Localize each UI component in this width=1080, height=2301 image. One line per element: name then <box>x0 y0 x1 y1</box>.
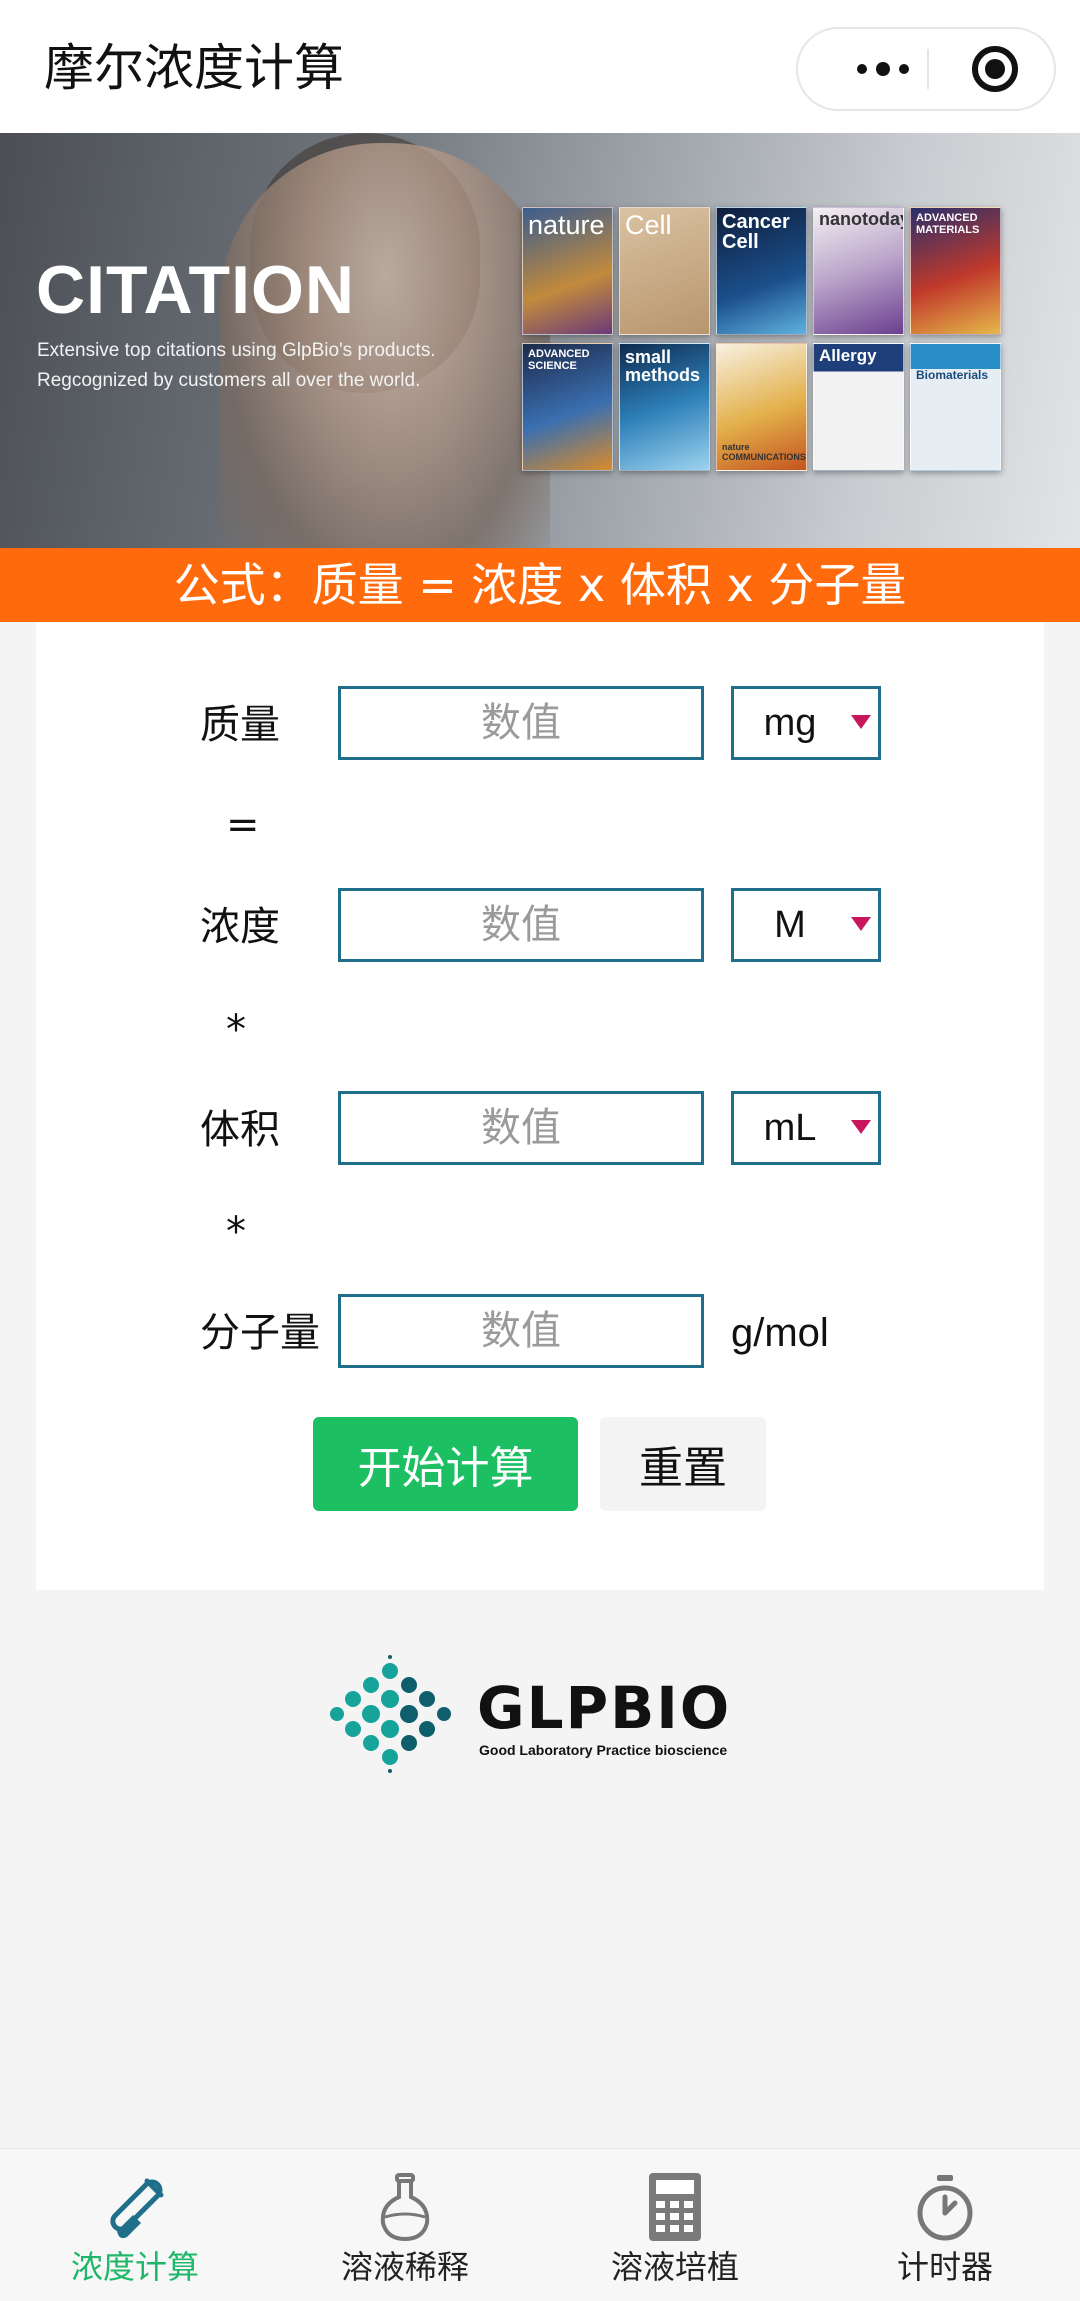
dropdown-arrow-icon <box>851 715 871 729</box>
journal-cover-nature: nature <box>522 207 613 335</box>
formula-banner: 公式：质量 = 浓度 x 体积 x 分子量 <box>0 548 1080 622</box>
molecular-weight-input[interactable] <box>338 1294 704 1368</box>
citation-banner[interactable]: CITATION Extensive top citations using G… <box>0 133 1080 548</box>
journal-cover-advanced-science: ADVANCED SCIENCE <box>522 343 613 471</box>
stopwatch-icon <box>917 2175 973 2241</box>
concentration-label: 浓度 <box>200 904 280 950</box>
journal-cover-cell: Cell <box>619 207 710 335</box>
concentration-unit-value: M <box>774 904 806 946</box>
bottom-tab-bar: 浓度计算 溶液稀释 溶液培植 计时器 <box>0 2148 1080 2301</box>
journal-cover-nanotoday: nanotoday <box>813 207 904 335</box>
page-title: 摩尔浓度计算 <box>44 39 344 97</box>
mass-label: 质量 <box>200 702 280 748</box>
tab-concentration[interactable]: 浓度计算 <box>0 2149 270 2301</box>
capsule-divider <box>927 49 929 89</box>
volume-unit-value: mL <box>763 1107 817 1149</box>
banner-subtitle: Extensive top citations using GlpBio's p… <box>37 336 517 396</box>
banner-subtitle-line-1: Extensive top citations using GlpBio's p… <box>37 340 436 361</box>
reset-button[interactable]: 重置 <box>600 1417 766 1511</box>
navigation-bar: 摩尔浓度计算 <box>0 0 1080 133</box>
tab-preparation[interactable]: 溶液培植 <box>540 2149 810 2301</box>
glpbio-logo-mark-icon <box>330 1655 451 1773</box>
journal-covers: nature Cell Cancer Cell nanotoday ADVANC… <box>522 207 1012 471</box>
calculator-icon <box>649 2173 701 2241</box>
journal-cover-advanced-materials: ADVANCED MATERIALS <box>910 207 1001 335</box>
journal-cover-small-methods: small methods <box>619 343 710 471</box>
banner-subtitle-line-2: Regcognized by customers all over the wo… <box>37 370 421 391</box>
tab-label: 浓度计算 <box>70 2248 199 2286</box>
concentration-input[interactable] <box>338 888 704 962</box>
mass-unit-select[interactable]: mg <box>731 686 881 760</box>
glpbio-logo: GLPBIO Good Laboratory Practice bioscien… <box>329 1655 754 1773</box>
concentration-unit-select[interactable]: M <box>731 888 881 962</box>
tab-label: 溶液培植 <box>610 2248 739 2286</box>
molecular-weight-unit: g/mol <box>731 1311 829 1355</box>
tab-label: 溶液稀释 <box>340 2248 469 2286</box>
test-tube-icon <box>110 2178 164 2239</box>
dropdown-arrow-icon <box>851 917 871 931</box>
journal-cover-biomaterials: Biomaterials <box>910 343 1001 471</box>
volume-unit-select[interactable]: mL <box>731 1091 881 1165</box>
multiply-operator: * <box>226 1007 246 1053</box>
tab-dilution[interactable]: 溶液稀释 <box>270 2149 540 2301</box>
tab-timer[interactable]: 计时器 <box>810 2149 1080 2301</box>
more-icon[interactable] <box>838 29 928 109</box>
equals-operator: = <box>226 802 260 848</box>
close-miniprogram-icon[interactable] <box>972 46 1018 92</box>
mass-input[interactable] <box>338 686 704 760</box>
journal-cover-cancer-cell: Cancer Cell <box>716 207 807 335</box>
volume-input[interactable] <box>338 1091 704 1165</box>
journal-cover-allergy: Allergy <box>813 343 904 471</box>
brand-tagline: Good Laboratory Practice bioscience <box>479 1742 728 1758</box>
brand-name: GLPBIO <box>477 1674 732 1742</box>
tab-label: 计时器 <box>896 2248 993 2286</box>
molecular-weight-label: 分子量 <box>200 1310 320 1356</box>
dropdown-arrow-icon <box>851 1120 871 1134</box>
menu-capsule <box>796 27 1056 111</box>
flask-icon <box>380 2173 430 2242</box>
banner-title: CITATION <box>36 252 355 328</box>
multiply-operator: * <box>226 1209 246 1255</box>
mass-unit-value: mg <box>763 702 817 744</box>
start-calculation-button[interactable]: 开始计算 <box>313 1417 578 1511</box>
journal-cover-nature-communications: nature COMMUNICATIONS <box>716 343 807 471</box>
volume-label: 体积 <box>200 1107 280 1153</box>
